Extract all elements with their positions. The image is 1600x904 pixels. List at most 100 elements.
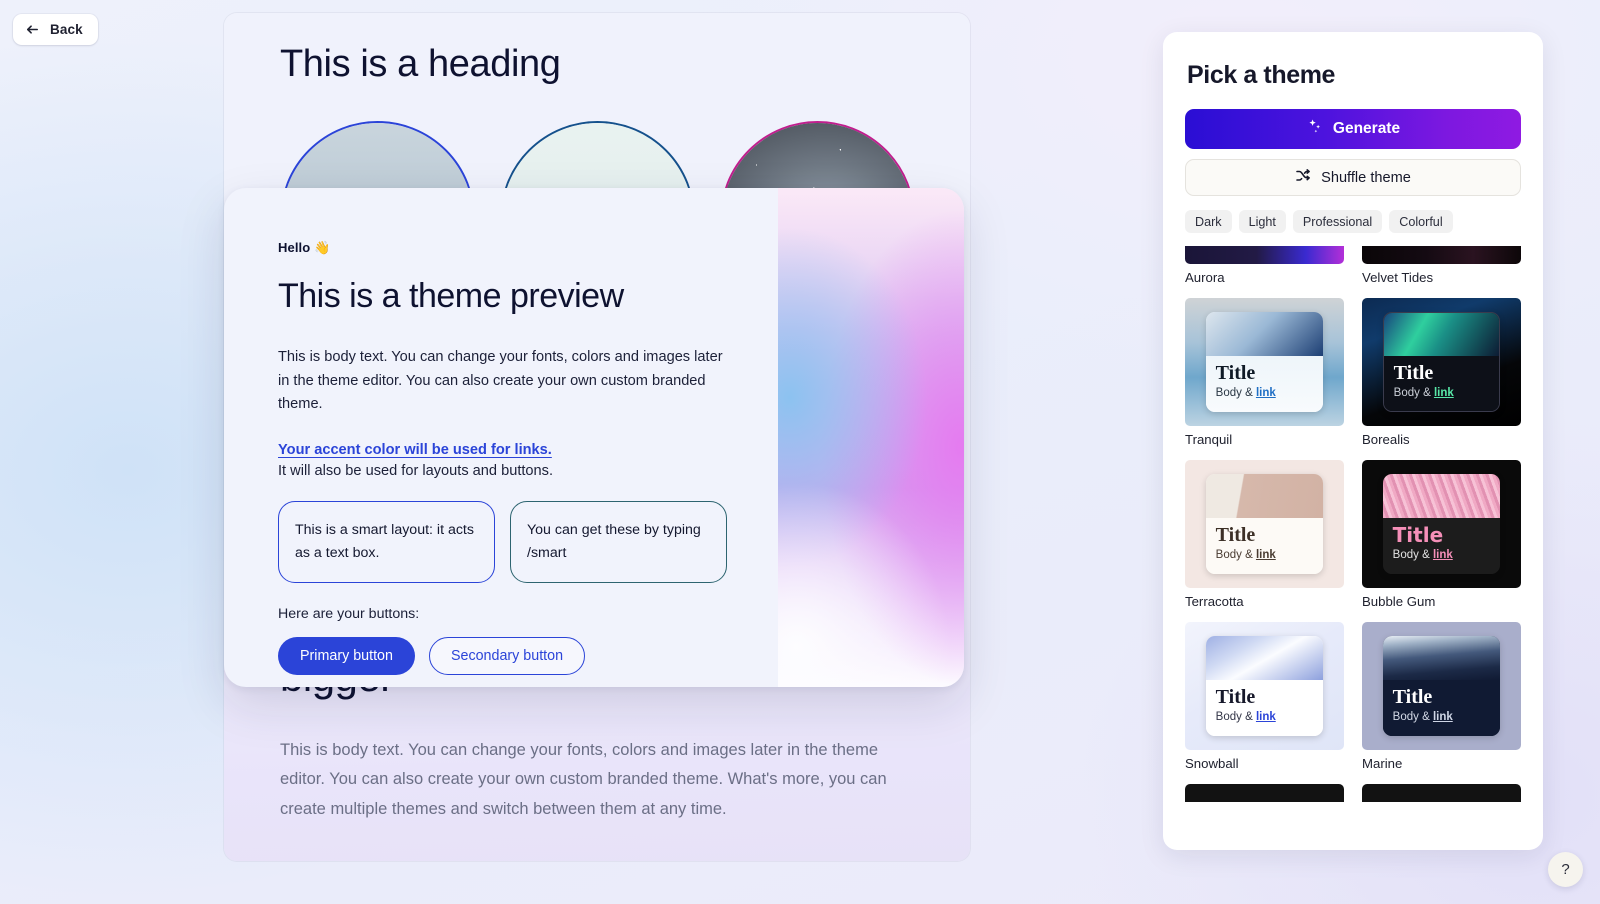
theme-card-title: Title <box>1393 362 1434 385</box>
theme-thumbnail: Title Body & link <box>1185 298 1344 426</box>
theme-card-body: Body & link <box>1216 711 1315 723</box>
theme-card-body: Body & link <box>1216 387 1315 399</box>
theme-name: Aurora <box>1185 270 1225 285</box>
theme-card-body-prefix: Body & <box>1215 549 1256 561</box>
theme-card-bubble-gum[interactable]: Title Body & link Bubble Gum <box>1362 460 1521 609</box>
theme-card-title: Title <box>1215 686 1256 708</box>
preview-greeting: Hello 👋 <box>278 240 331 255</box>
theme-card-terracotta[interactable]: Title Body & link Terracotta <box>1185 460 1344 609</box>
smart-layout-row: This is a smart layout: it acts as a tex… <box>278 500 780 583</box>
shuffle-theme-button[interactable]: Shuffle theme <box>1185 159 1521 196</box>
theme-card-link[interactable]: link <box>1256 387 1276 399</box>
back-label: Back <box>50 22 83 37</box>
generate-label: Generate <box>1332 120 1401 137</box>
theme-preview-image <box>1205 474 1324 518</box>
filter-chip-colorful[interactable]: Colorful <box>1389 210 1453 233</box>
help-button[interactable]: ? <box>1548 852 1583 887</box>
theme-preview-text: Title Body & link <box>1383 356 1500 411</box>
theme-thumbnail: Title Body & link <box>1362 460 1521 588</box>
theme-preview-text: Title Body & link <box>1205 680 1324 736</box>
theme-preview-image <box>1382 636 1501 680</box>
theme-card-link[interactable]: link <box>1256 549 1276 561</box>
theme-thumbnail <box>1362 784 1521 802</box>
panel-title: Pick a theme <box>1187 61 1336 89</box>
shuffle-icon <box>1295 168 1311 188</box>
theme-thumbnail <box>1185 784 1344 802</box>
theme-card-velvet-tides[interactable]: Velvet Tides <box>1362 246 1521 285</box>
theme-preview-text: Title Body & link <box>1205 518 1324 574</box>
filter-chip-dark[interactable]: Dark <box>1185 210 1232 233</box>
back-button[interactable]: Back <box>13 14 98 45</box>
theme-card-partial-right[interactable] <box>1362 784 1521 802</box>
accent-color-link[interactable]: Your accent color will be used for links… <box>278 442 552 458</box>
theme-grid: Aurora Velvet Tides Title Body & link Tr… <box>1185 246 1521 802</box>
preview-title: This is a theme preview <box>278 277 624 315</box>
preview-button-row: Primary button Secondary button <box>278 636 780 675</box>
theme-name: Velvet Tides <box>1362 270 1434 285</box>
theme-preview-image <box>1205 312 1324 356</box>
theme-card-partial-left[interactable] <box>1185 784 1344 802</box>
theme-card-body-prefix: Body & <box>1392 549 1433 561</box>
document-body-text: This is body text. You can change your f… <box>280 741 887 818</box>
theme-card-body-prefix: Body & <box>1392 711 1433 723</box>
smart-layout-box-1[interactable]: This is a smart layout: it acts as a tex… <box>278 500 495 583</box>
sparkles-icon <box>1306 118 1323 140</box>
theme-card-link[interactable]: link <box>1256 711 1276 723</box>
theme-card-link[interactable]: link <box>1434 387 1454 399</box>
theme-preview-text: Title Body & link <box>1382 518 1501 574</box>
theme-preview-image <box>1205 636 1324 680</box>
theme-card-body-prefix: Body & <box>1215 387 1256 399</box>
theme-card-body-prefix: Body & <box>1393 387 1434 400</box>
filter-chip-professional[interactable]: Professional <box>1292 210 1383 233</box>
preview-gradient-image <box>778 188 964 687</box>
filter-chip-light[interactable]: Light <box>1238 210 1286 233</box>
theme-preview-modal: Hello 👋 This is a theme preview This is … <box>224 188 964 687</box>
preview-body-text: This is body text. You can change your f… <box>278 349 723 413</box>
theme-card-body-prefix: Body & <box>1215 711 1256 723</box>
theme-preview-inner: Title Body & link <box>1382 312 1501 412</box>
theme-card-body: Body & link <box>1393 549 1492 561</box>
theme-preview-inner: Title Body & link <box>1205 474 1324 574</box>
theme-card-body: Body & link <box>1394 387 1491 399</box>
theme-card-title: Title <box>1392 523 1444 547</box>
theme-card-title: Title <box>1392 686 1433 708</box>
theme-card-snowball[interactable]: Title Body & link Snowball <box>1185 622 1344 771</box>
theme-card-aurora[interactable]: Aurora <box>1185 246 1344 285</box>
theme-preview-image <box>1382 474 1501 518</box>
theme-card-tranquil[interactable]: Title Body & link Tranquil <box>1185 298 1344 447</box>
accent-color-note: It will also be used for layouts and but… <box>278 462 554 479</box>
filter-chip-row: Dark Light Professional Colorful <box>1185 210 1521 233</box>
shuffle-label: Shuffle theme <box>1321 169 1411 186</box>
theme-card-link[interactable]: link <box>1433 549 1453 561</box>
theme-name: Snowball <box>1185 756 1239 771</box>
pick-a-theme-panel: Pick a theme Generate Shuffle theme Dark… <box>1163 32 1543 850</box>
theme-thumbnail: Title Body & link <box>1185 622 1344 750</box>
buttons-label: Here are your buttons: <box>278 605 420 622</box>
theme-name: Tranquil <box>1185 432 1233 447</box>
theme-name: Bubble Gum <box>1362 594 1436 609</box>
theme-preview-inner: Title Body & link <box>1382 636 1501 736</box>
theme-preview-inner: Title Body & link <box>1205 636 1324 736</box>
theme-name: Borealis <box>1362 432 1410 447</box>
theme-preview-text: Title Body & link <box>1382 680 1501 736</box>
theme-thumbnail: Title Body & link <box>1362 298 1521 426</box>
theme-card-link[interactable]: link <box>1433 711 1453 723</box>
theme-name: Terracotta <box>1185 594 1244 609</box>
theme-preview-inner: Title Body & link <box>1382 474 1501 574</box>
theme-thumbnail: Title Body & link <box>1185 460 1344 588</box>
theme-name: Marine <box>1362 756 1403 771</box>
smart-layout-box-2[interactable]: You can get these by typing /smart <box>510 500 727 583</box>
theme-thumbnail: Title Body & link <box>1362 622 1521 750</box>
arrow-left-icon <box>25 22 40 37</box>
theme-card-title: Title <box>1215 362 1256 384</box>
secondary-button[interactable]: Secondary button <box>428 636 586 675</box>
theme-card-body: Body & link <box>1393 711 1492 723</box>
theme-preview-image <box>1383 313 1500 357</box>
theme-card-marine[interactable]: Title Body & link Marine <box>1362 622 1521 771</box>
theme-card-body: Body & link <box>1216 549 1315 561</box>
theme-preview-content: Hello 👋 This is a theme preview This is … <box>224 188 780 687</box>
generate-button[interactable]: Generate <box>1185 109 1521 149</box>
theme-card-borealis[interactable]: Title Body & link Borealis <box>1362 298 1521 447</box>
theme-preview-inner: Title Body & link <box>1205 312 1324 412</box>
primary-button[interactable]: Primary button <box>278 636 415 675</box>
